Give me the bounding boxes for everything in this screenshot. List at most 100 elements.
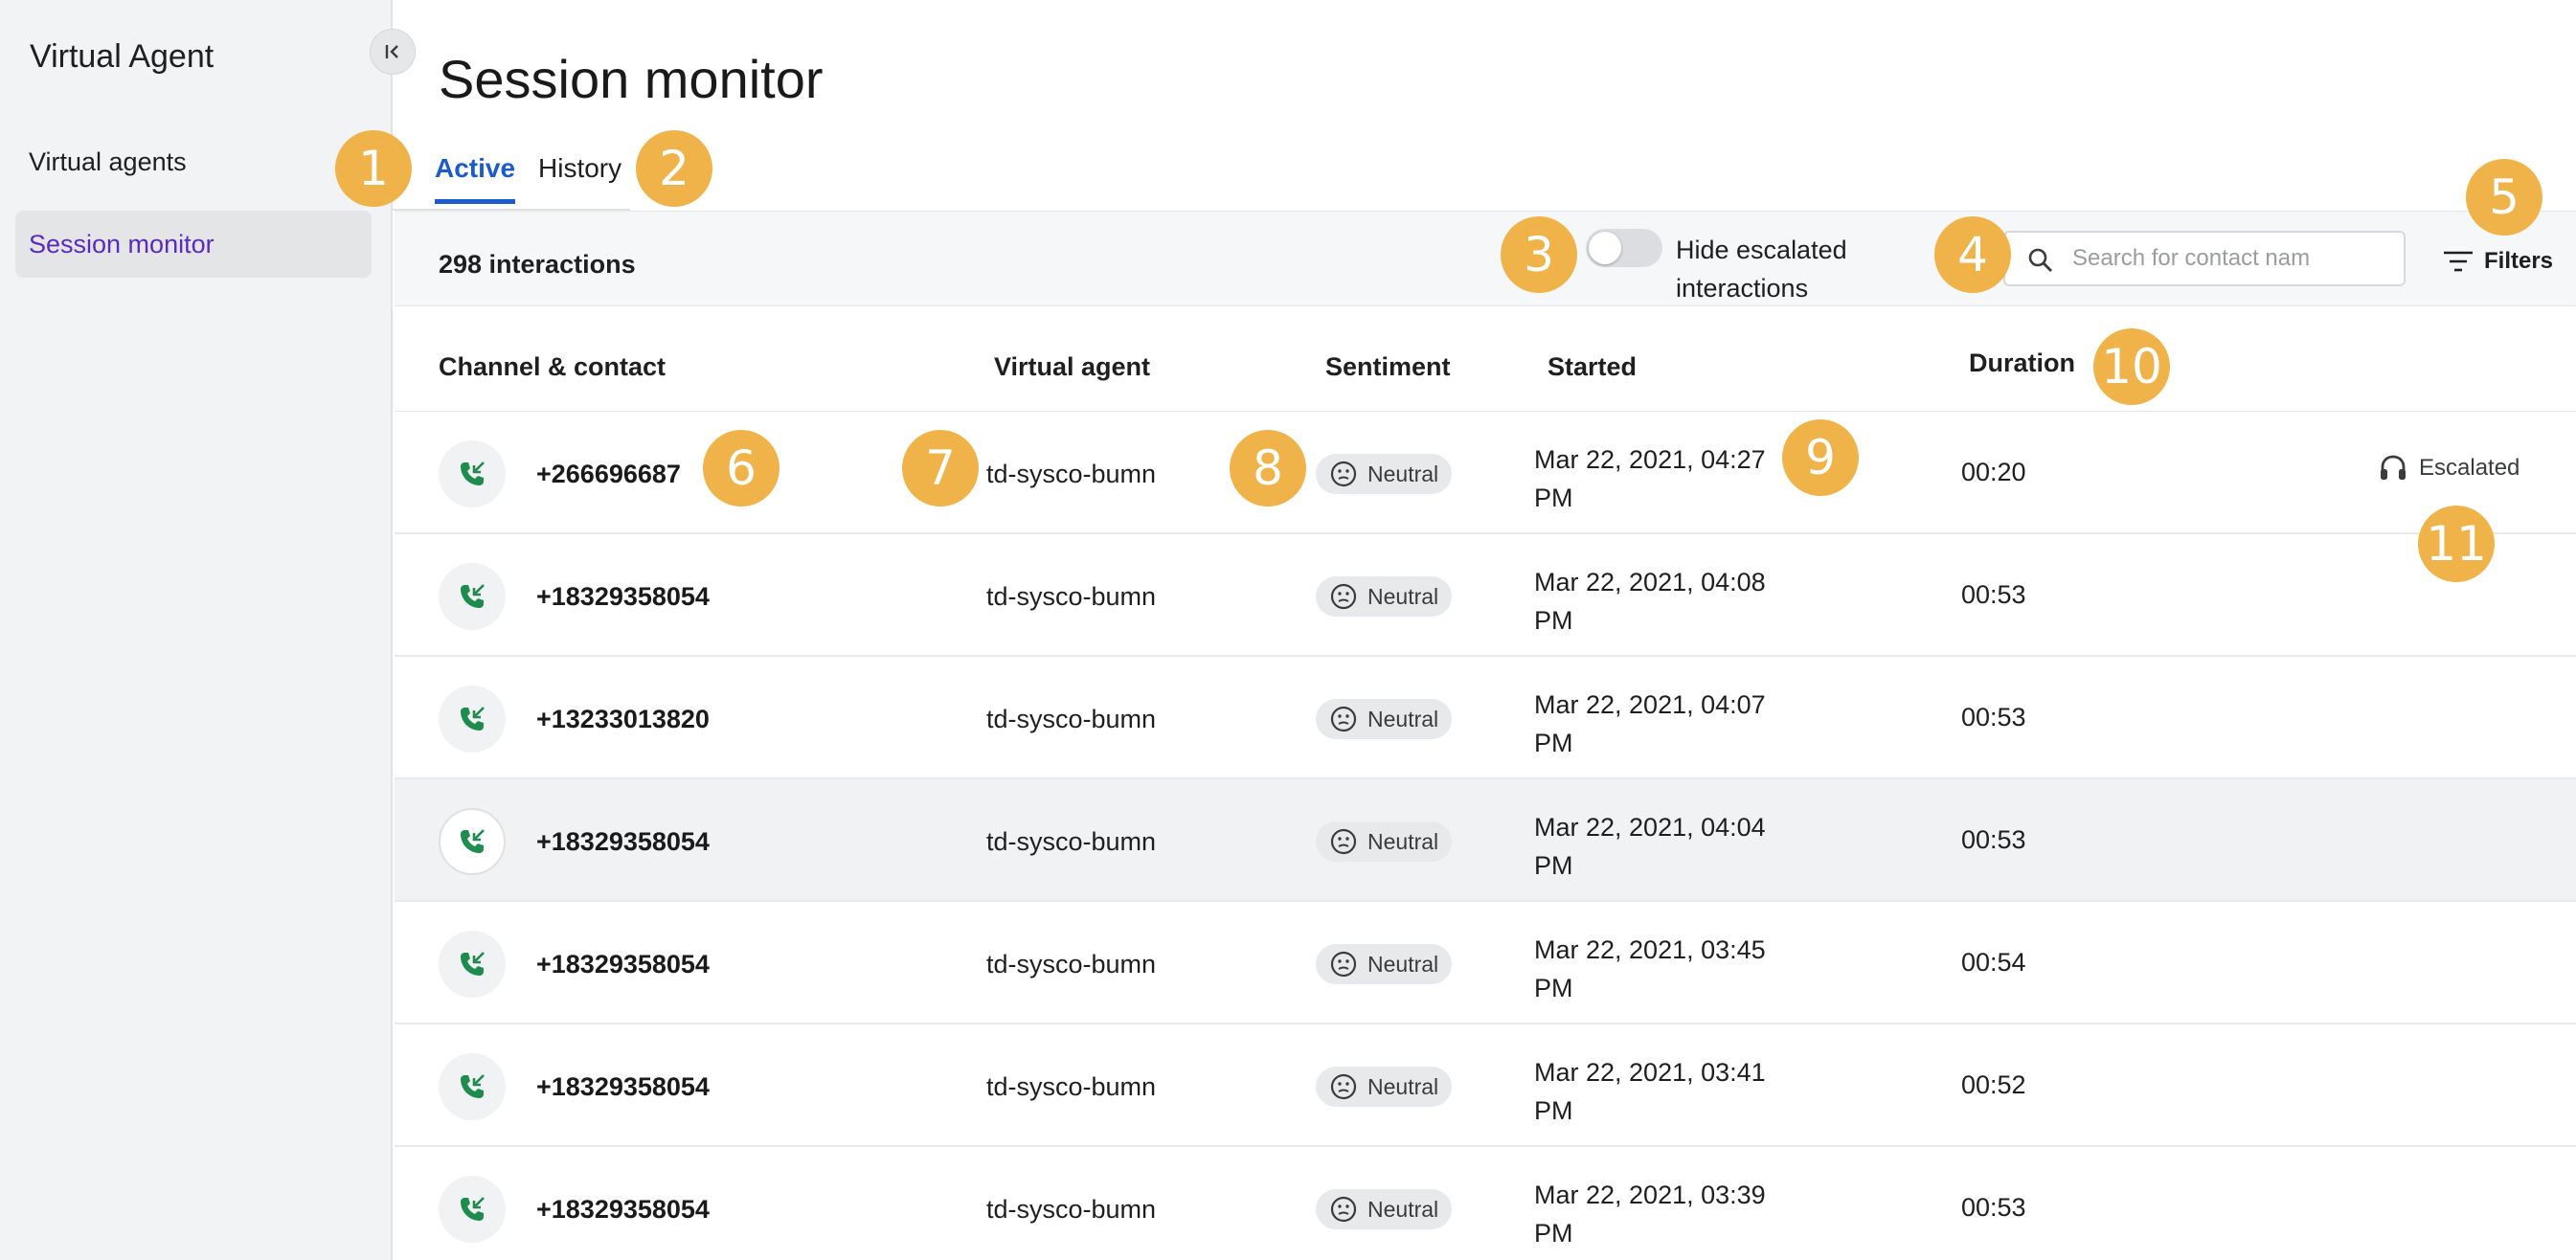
contact-number[interactable]: +18329358054 [536,1195,710,1225]
toggle-knob [1589,232,1621,264]
channel-icon-button [439,931,506,998]
duration: 00:54 [1961,948,2026,977]
callout-2: 2 [636,130,712,207]
incoming-call-icon [461,829,485,853]
contact-number[interactable]: +18329358054 [536,582,710,612]
started-ampm: PM [1534,606,1573,635]
callout-9: 9 [1782,419,1859,496]
sidebar: Virtual Agent Virtual agents Session mon… [0,0,393,1260]
started-ampm: PM [1534,974,1573,1002]
filters-button[interactable]: Filters [2442,248,2553,275]
callout-6: 6 [703,430,780,506]
sidebar-item-session-monitor[interactable]: Session monitor [15,211,372,278]
search-box[interactable] [2003,231,2406,286]
callout-10: 10 [2093,328,2170,405]
started-time: Mar 22, 2021, 03:39 PM [1534,1176,1802,1252]
contact-number[interactable]: +18329358054 [536,950,710,979]
started-ampm: PM [1534,484,1573,512]
page-title: Session monitor [439,49,824,109]
incoming-call-icon [461,1197,485,1221]
callout-11: 11 [2418,506,2495,582]
started-date: Mar 22, 2021, 03:41 [1534,1058,1766,1087]
virtual-agent-name: td-sysco-bumn [986,582,1157,611]
contact-number[interactable]: +18329358054 [536,827,710,857]
search-icon [2028,248,2052,272]
duration: 00:53 [1961,703,2026,731]
channel-icon-button [439,1176,506,1243]
column-header-virtual-agent[interactable]: Virtual agent [994,352,1150,382]
sentiment-badge: Neutral [1316,944,1453,984]
started-time: Mar 22, 2021, 03:41 PM [1534,1053,1802,1130]
table-row[interactable]: +18329358054 td-sysco-bumn Neutral Mar 22, … [395,779,2576,902]
table-row[interactable]: +18329358054 td-sysco-bumn Neutral Mar 22, … [395,1024,2576,1147]
incoming-call-icon [461,461,485,485]
started-ampm: PM [1534,1219,1573,1248]
sentiment-badge: Neutral [1316,699,1453,739]
duration: 00:20 [1961,458,2026,486]
started-date: Mar 22, 2021, 04:08 [1534,568,1766,596]
collapse-sidebar-button[interactable] [370,29,416,75]
neutral-face-icon [1330,828,1357,855]
escalated-label: Escalated [2419,455,2520,481]
table-row[interactable]: +18329358054 td-sysco-bumn Neutral Mar 22, … [395,902,2576,1024]
neutral-face-icon [1330,1196,1357,1223]
filters-label: Filters [2484,248,2554,274]
callout-4: 4 [1934,216,2011,293]
neutral-face-icon [1330,951,1357,978]
sentiment-label: Neutral [1367,461,1439,486]
callout-7: 7 [902,430,979,506]
started-date: Mar 22, 2021, 03:39 [1534,1181,1766,1209]
callout-3: 3 [1501,216,1577,293]
started-date: Mar 22, 2021, 04:07 [1534,690,1766,719]
started-date: Mar 22, 2021, 03:45 [1534,935,1766,964]
column-header-duration[interactable]: Duration [1969,349,2075,378]
sentiment-badge: Neutral [1316,1067,1453,1107]
started-date: Mar 22, 2021, 04:27 [1534,445,1766,474]
started-date: Mar 22, 2021, 04:04 [1534,813,1766,842]
channel-icon-button [439,1053,506,1120]
table-row[interactable]: +18329358054 td-sysco-bumn Neutral Mar 22, … [395,1147,2576,1260]
neutral-face-icon [1330,1073,1357,1100]
column-header-sentiment[interactable]: Sentiment [1325,352,1451,382]
tab-history[interactable]: History [538,153,621,199]
toolbar: 298 interactions Hide escalated interact… [395,211,2576,306]
contact-number[interactable]: +266696687 [536,460,681,489]
table-row[interactable]: +18329358054 td-sysco-bumn Neutral Mar 22, … [395,534,2576,657]
started-time: Mar 22, 2021, 04:08 PM [1534,563,1802,640]
started-ampm: PM [1534,1096,1573,1125]
headset-icon [2381,455,2406,480]
sentiment-badge: Neutral [1316,454,1453,494]
virtual-agent-name: td-sysco-bumn [986,950,1157,979]
sentiment-badge: Neutral [1316,1189,1453,1229]
duration: 00:53 [1961,580,2026,609]
virtual-agent-name: td-sysco-bumn [986,1072,1157,1101]
table-header: Channel & contact Virtual agent Sentimen… [395,306,2576,412]
channel-icon-button [439,440,506,507]
escalated-status: Escalated [2377,452,2520,484]
sentiment-label: Neutral [1367,828,1439,854]
column-header-channel-contact[interactable]: Channel & contact [439,352,666,382]
table-row[interactable]: +13233013820 td-sysco-bumn Neutral Mar 22, … [395,657,2576,779]
sentiment-label: Neutral [1367,1073,1439,1099]
duration: 00:52 [1961,1070,2026,1099]
hide-escalated-toggle[interactable] [1586,229,1662,267]
neutral-face-icon [1330,461,1357,487]
started-time: Mar 22, 2021, 04:04 PM [1534,808,1802,885]
sentiment-badge: Neutral [1316,821,1453,862]
sentiment-label: Neutral [1367,583,1439,609]
search-input[interactable] [2072,240,2388,277]
virtual-agent-name: td-sysco-bumn [986,705,1157,733]
channel-icon-button [439,808,506,875]
filter-lines-icon [2444,251,2473,272]
started-time: Mar 22, 2021, 04:07 PM [1534,686,1802,762]
contact-number[interactable]: +13233013820 [536,705,710,734]
callout-5: 5 [2466,159,2542,236]
collapse-left-icon [385,45,398,58]
started-time: Mar 22, 2021, 04:27 PM [1534,440,1802,517]
column-header-started[interactable]: Started [1548,352,1637,382]
sidebar-item-virtual-agents[interactable]: Virtual agents [15,128,372,195]
tab-active[interactable]: Active [435,153,516,204]
started-ampm: PM [1534,851,1573,880]
contact-number[interactable]: +18329358054 [536,1072,710,1102]
duration: 00:53 [1961,1193,2026,1222]
